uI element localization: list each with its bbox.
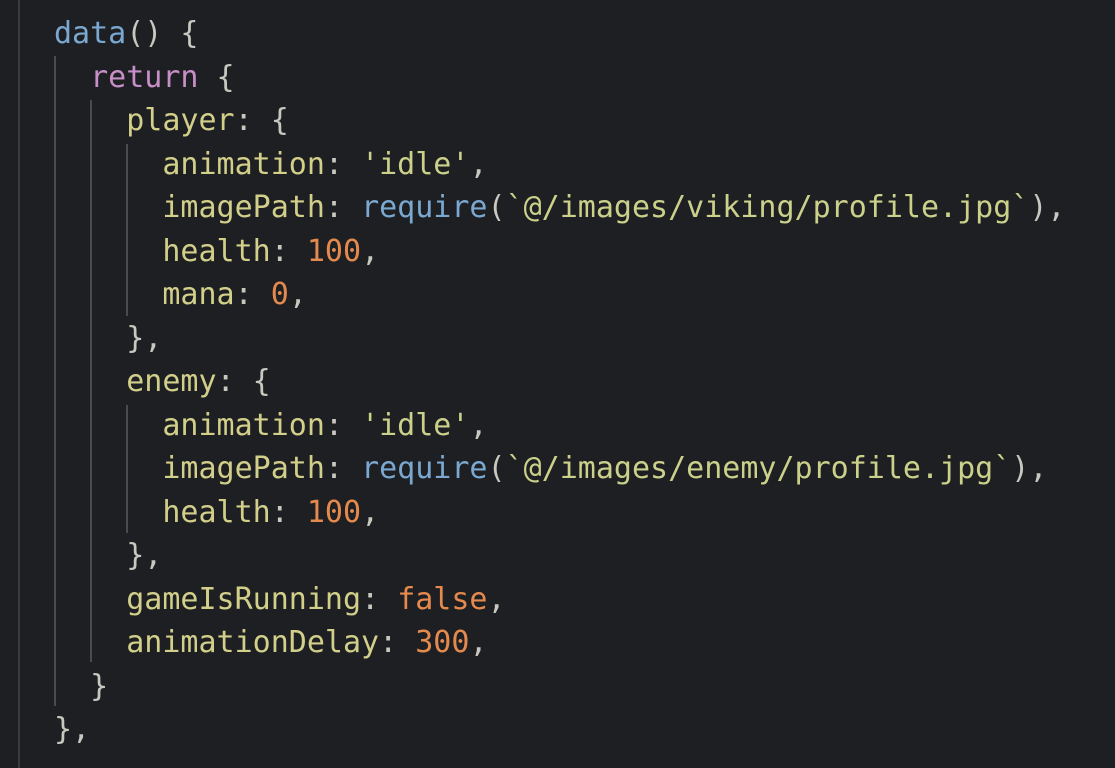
code-token-prop: player xyxy=(126,103,235,138)
editor-gutter-border xyxy=(18,0,20,768)
code-token-punct: ( xyxy=(487,451,506,486)
code-line[interactable]: player: { xyxy=(54,99,289,143)
code-line[interactable]: mana: 0, xyxy=(54,273,307,317)
code-line[interactable]: gameIsRunning: false, xyxy=(54,578,506,622)
code-token-prop: animation xyxy=(162,407,325,443)
code-token-punct: }, xyxy=(126,320,163,356)
code-line[interactable]: imagePath: require(`@/images/viking/prof… xyxy=(54,186,1065,230)
code-token-prop: imagePath xyxy=(162,451,325,486)
code-token-prop: mana xyxy=(162,277,235,312)
code-line[interactable]: return { xyxy=(54,56,235,100)
code-token-fn: data xyxy=(54,16,127,51)
code-token-str: 'idle' xyxy=(361,407,470,443)
code-token-num: 0 xyxy=(270,277,289,312)
code-token-punct: , xyxy=(469,407,488,443)
code-token-punct: : xyxy=(270,494,307,530)
code-token-punct: } xyxy=(90,668,109,704)
code-line[interactable]: animation: 'idle', xyxy=(54,143,488,187)
code-token-str: 'idle' xyxy=(361,146,470,182)
code-line[interactable]: }, xyxy=(54,317,162,361)
code-token-punct: { xyxy=(198,59,235,95)
code-line[interactable]: }, xyxy=(54,708,90,752)
code-token-punct: : xyxy=(270,233,307,269)
code-token-prop: animationDelay xyxy=(126,625,380,660)
code-token-punct: , xyxy=(469,625,488,660)
code-token-punct: ( xyxy=(487,190,506,225)
code-line[interactable]: animation: 'idle', xyxy=(54,404,488,448)
code-line[interactable]: animationDelay: 300, xyxy=(54,621,488,665)
code-line[interactable]: health: 100, xyxy=(54,491,379,535)
code-token-str: `@/images/enemy/profile.jpg` xyxy=(505,451,1012,486)
code-token-punct: , xyxy=(469,146,488,182)
code-line[interactable]: }, xyxy=(54,534,162,578)
code-token-kw: return xyxy=(90,59,199,95)
code-token-prop: enemy xyxy=(126,364,217,399)
code-token-prop: gameIsRunning xyxy=(126,581,362,617)
code-token-req: require xyxy=(361,451,488,486)
code-token-punct: ), xyxy=(1011,451,1048,486)
code-token-str: `@/images/viking/profile.jpg` xyxy=(505,190,1030,225)
code-token-prop: health xyxy=(162,494,271,530)
code-line[interactable]: health: 100, xyxy=(54,230,379,274)
code-token-punct: : xyxy=(324,146,362,182)
code-token-punct: : xyxy=(379,625,416,660)
code-editor[interactable]: data() { return { player: { animation: '… xyxy=(0,0,1115,768)
code-token-punct: , xyxy=(361,233,380,269)
code-token-num: 100 xyxy=(306,494,362,530)
code-token-punct: : xyxy=(324,190,362,225)
code-token-punct: }, xyxy=(54,712,91,747)
code-token-punct: () { xyxy=(126,16,199,51)
code-token-num: 100 xyxy=(306,233,362,269)
code-token-punct: }, xyxy=(126,538,163,573)
code-token-punct: : xyxy=(324,451,362,486)
code-token-punct: , xyxy=(487,581,506,617)
code-line[interactable]: } xyxy=(54,665,108,709)
code-token-punct: : xyxy=(324,407,362,443)
code-line[interactable]: enemy: { xyxy=(54,360,271,404)
code-token-num: 300 xyxy=(415,625,470,660)
code-line[interactable]: imagePath: require(`@/images/enemy/profi… xyxy=(54,447,1047,491)
code-token-prop: animation xyxy=(162,146,325,182)
code-token-req: require xyxy=(361,190,488,225)
code-token-punct: ), xyxy=(1029,190,1066,225)
code-token-punct: : { xyxy=(234,103,289,138)
code-token-punct: , xyxy=(288,277,307,312)
code-token-prop: imagePath xyxy=(162,190,325,225)
code-line[interactable]: data() { xyxy=(54,12,199,56)
code-token-punct: , xyxy=(361,494,380,530)
code-token-num: false xyxy=(397,581,488,617)
code-token-punct: : xyxy=(234,277,271,312)
code-token-punct: : { xyxy=(216,364,271,399)
code-token-prop: health xyxy=(162,233,271,269)
code-token-punct: : xyxy=(361,581,398,617)
